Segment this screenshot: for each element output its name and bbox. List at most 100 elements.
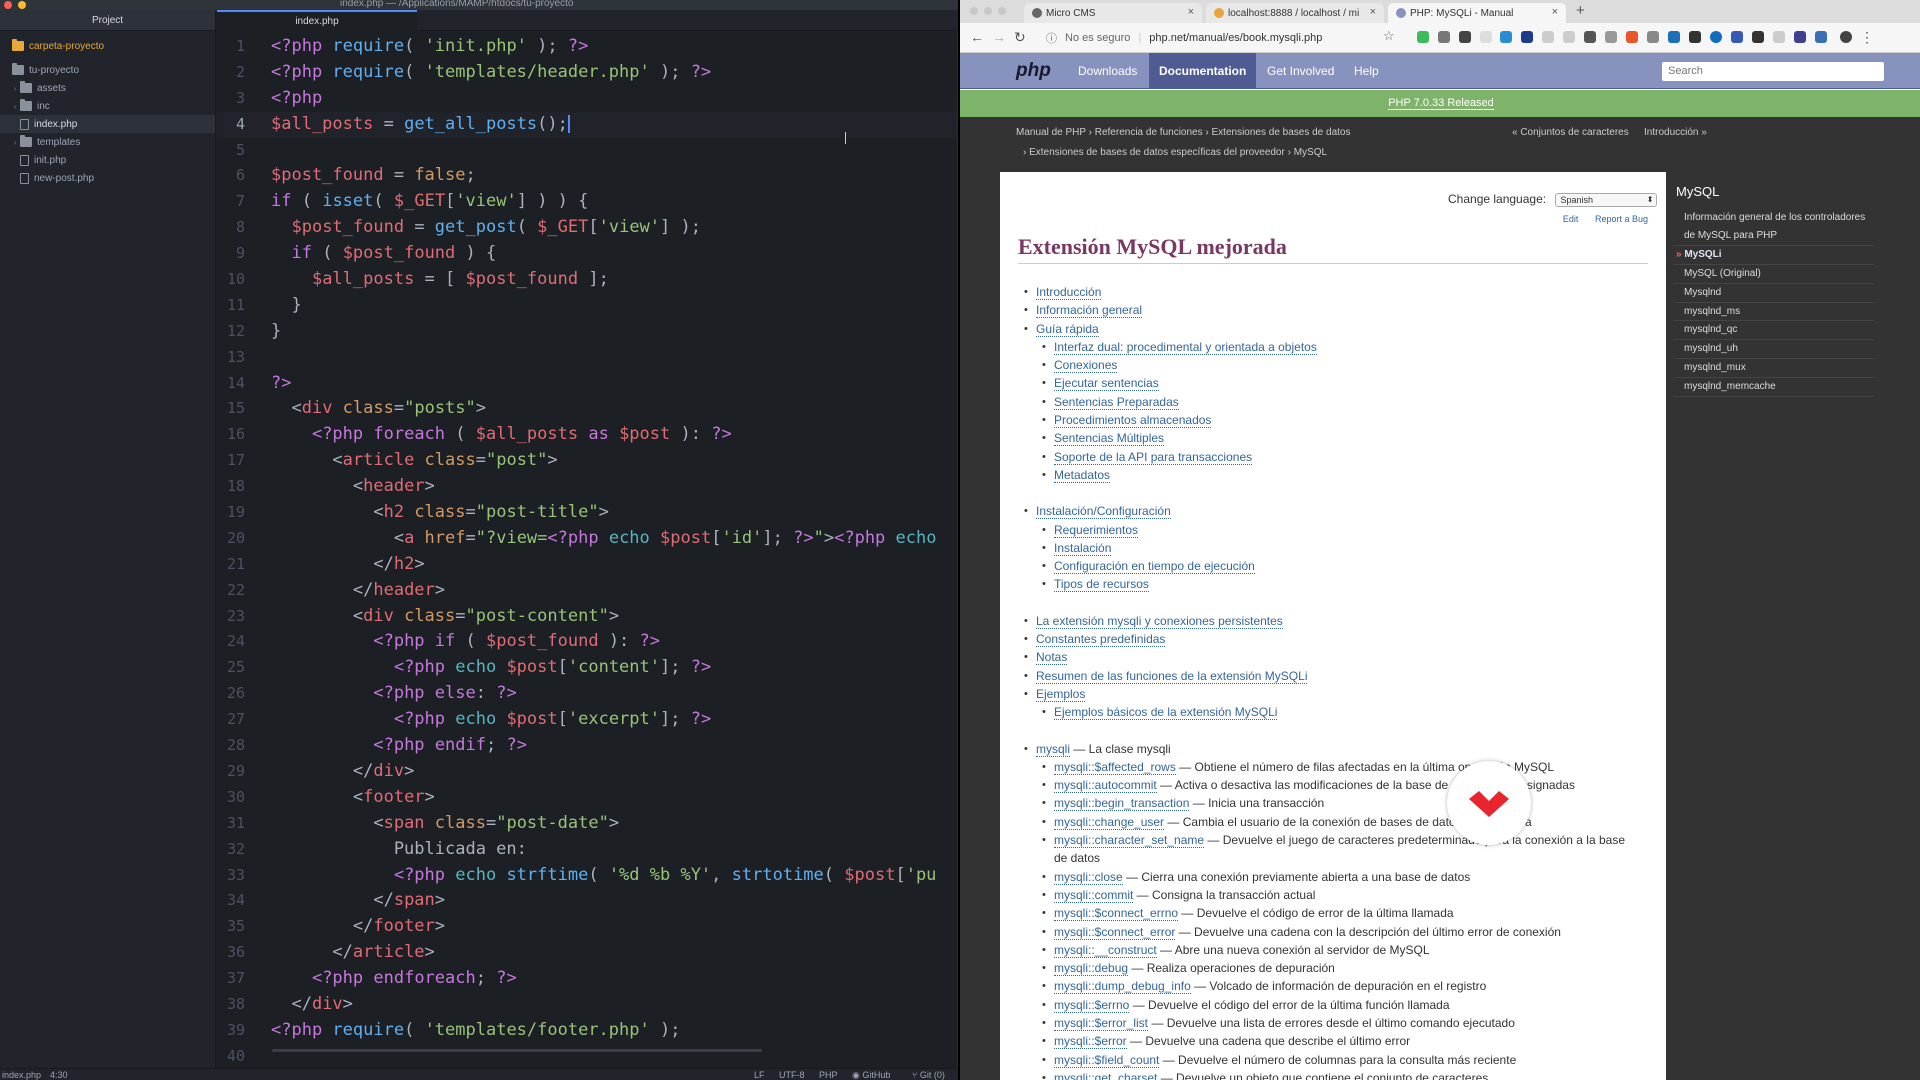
toc-link[interactable]: mysqli::close <box>1054 869 1123 885</box>
code-line[interactable]: 18 <header> <box>217 474 958 500</box>
code-line[interactable]: 22 </header> <box>217 578 958 604</box>
toc-link[interactable]: mysqli::debug <box>1054 961 1129 977</box>
breadcrumb-link[interactable]: Extensiones de bases de datos <box>1212 127 1351 138</box>
extension-icon[interactable] <box>1584 31 1596 43</box>
toc-link[interactable]: Sentencias Preparadas <box>1054 394 1179 410</box>
code-line[interactable]: 26 <?php else: ?> <box>217 681 958 707</box>
extension-grammarly-icon[interactable] <box>1417 31 1429 43</box>
toc-link[interactable]: Configuración en tiempo de ejecución <box>1054 559 1255 575</box>
code-line[interactable]: 33 <?php echo strftime( '%d %b %Y', strt… <box>217 863 958 889</box>
forward-icon[interactable]: → <box>992 29 1006 45</box>
sidebar-item[interactable]: mysqlnd_mux <box>1674 359 1874 379</box>
toc-link[interactable]: Metadatos <box>1054 467 1111 483</box>
tree-tab-project[interactable]: Project <box>0 10 215 31</box>
edit-link[interactable]: Edit <box>1563 214 1579 224</box>
close-window-button[interactable] <box>4 1 12 9</box>
extension-icon[interactable] <box>1752 31 1764 43</box>
code-line[interactable]: 29 </div> <box>217 759 958 785</box>
toc-link[interactable]: mysqli::$connect_error <box>1054 924 1176 940</box>
tree-item-assets[interactable]: › assets <box>0 79 215 97</box>
info-icon[interactable]: ⓘ <box>1046 30 1057 46</box>
code-line[interactable]: 16 <?php foreach ( $all_posts as $post )… <box>217 422 958 448</box>
back-icon[interactable]: ← <box>970 29 984 45</box>
extension-icon[interactable] <box>1794 31 1806 43</box>
browser-tab-1[interactable]: Micro CMS × <box>1024 3 1202 23</box>
toc-link[interactable]: Ejecutar sentencias <box>1054 376 1159 392</box>
code-line[interactable]: 38 </div> <box>217 992 958 1018</box>
code-line[interactable]: 31 <span class="post-date"> <box>217 811 958 837</box>
toc-link[interactable]: Ejemplos <box>1036 686 1086 702</box>
tab-index-php[interactable]: index.php <box>217 10 417 31</box>
code-line[interactable]: 7 if ( isset( $_GET['view'] ) ) { <box>217 189 958 215</box>
toc-link[interactable]: Introducción <box>1036 285 1102 300</box>
toc-link[interactable]: mysqli::change_user <box>1054 814 1165 830</box>
code-line[interactable]: 1 <?php require( 'init.php' ); ?> <box>217 34 958 60</box>
nav-documentation[interactable]: Documentation <box>1149 53 1257 89</box>
breadcrumb-link[interactable]: MySQL <box>1294 147 1327 158</box>
language-select[interactable]: Spanish <box>1555 192 1658 207</box>
tree-item-new-post-php[interactable]: new-post.php <box>0 169 215 187</box>
sidebar-item[interactable]: Información general de los controladores… <box>1674 209 1874 246</box>
code-line[interactable]: 23 <div class="post-content"> <box>217 604 958 630</box>
reload-icon[interactable]: ↻ <box>1014 29 1026 46</box>
tree-item-init-php[interactable]: init.php <box>0 151 215 169</box>
toc-link[interactable]: mysqli::begin_transaction <box>1054 796 1190 812</box>
toc-link[interactable]: Información general <box>1036 303 1143 319</box>
nav-get-involved[interactable]: Get Involved <box>1257 53 1344 89</box>
toc-link[interactable]: mysqli::get_charset <box>1054 1070 1158 1080</box>
close-tab-icon[interactable]: × <box>1552 6 1558 18</box>
extension-icon[interactable] <box>1542 31 1554 43</box>
tree-item-inc[interactable]: › inc <box>0 97 215 115</box>
sidebar-item[interactable]: MySQL (Original) <box>1674 265 1874 284</box>
code-line[interactable]: 28 <?php endif; ?> <box>217 733 958 759</box>
code-line[interactable]: 40 <box>217 1044 958 1070</box>
status-cursor-position[interactable]: 4:30 <box>50 1070 68 1080</box>
sidebar-item[interactable]: mysqlnd_ms <box>1674 303 1874 322</box>
code-line[interactable]: 9 if ( $post_found ) { <box>217 241 958 267</box>
code-line[interactable]: 10 $all_posts = [ $post_found ]; <box>217 267 958 293</box>
breadcrumb-link[interactable]: Extensiones de bases de datos específica… <box>1029 147 1285 158</box>
toc-link[interactable]: Tipos de recursos <box>1054 577 1149 593</box>
code-line[interactable]: 3 <?php <box>217 86 958 112</box>
status-line-ending[interactable]: LF <box>754 1070 765 1080</box>
tree-item-templates[interactable]: › templates <box>0 133 215 151</box>
toc-link[interactable]: mysqli::$affected_rows <box>1054 759 1176 775</box>
toc-link[interactable]: mysqli::dump_debug_info <box>1054 979 1191 995</box>
code-line[interactable]: 11 } <box>217 293 958 319</box>
next-page-link[interactable]: Introducción » <box>1644 127 1707 138</box>
prev-page-link[interactable]: « Conjuntos de caracteres <box>1512 127 1629 138</box>
toc-link[interactable]: Interfaz dual: procedimental y orientada… <box>1054 339 1317 355</box>
code-line[interactable]: 12} <box>217 319 958 345</box>
bookmark-star-icon[interactable]: ☆ <box>1383 28 1395 44</box>
code-line[interactable]: 13 <box>217 345 958 371</box>
toc-link[interactable]: mysqli::autocommit <box>1054 778 1157 794</box>
toc-link[interactable]: mysqli::$error <box>1054 1034 1127 1050</box>
report-bug-link[interactable]: Report a Bug <box>1595 214 1648 224</box>
extension-icon[interactable] <box>1731 31 1743 43</box>
status-git[interactable]: ⑂ Git (0) <box>912 1070 945 1080</box>
php-logo[interactable]: php <box>1016 60 1051 82</box>
sidebar-item[interactable]: » MySQLi <box>1674 246 1874 265</box>
extension-icon[interactable] <box>1500 31 1512 43</box>
extension-icon[interactable] <box>1605 31 1617 43</box>
extension-icon[interactable] <box>1815 31 1827 43</box>
toc-link[interactable]: mysqli::__construct <box>1054 942 1157 958</box>
code-line[interactable]: 32 Publicada en: <box>217 837 958 863</box>
code-line[interactable]: 21 </h2> <box>217 552 958 578</box>
extension-icon[interactable] <box>1626 31 1638 43</box>
browser-close-button[interactable] <box>970 7 978 15</box>
status-file[interactable]: index.php <box>2 1070 41 1080</box>
toc-link[interactable]: mysqli::$error_list <box>1054 1015 1149 1031</box>
status-encoding[interactable]: UTF-8 <box>779 1070 805 1080</box>
breadcrumb-link[interactable]: Referencia de funciones <box>1095 127 1203 138</box>
code-line[interactable]: 37 <?php endforeach; ?> <box>217 966 958 992</box>
sidebar-item[interactable]: mysqlnd_qc <box>1674 321 1874 341</box>
code-line[interactable]: 19 <h2 class="post-title"> <box>217 500 958 526</box>
extension-icon[interactable] <box>1710 31 1722 43</box>
toc-link[interactable]: Ejemplos básicos de la extensión MySQLi <box>1054 705 1278 721</box>
toc-link[interactable]: Conexiones <box>1054 358 1118 374</box>
browser-tab-2[interactable]: localhost:8888 / localhost / mi × <box>1206 3 1384 23</box>
toc-link[interactable]: mysqli::$connect_errno <box>1054 906 1179 922</box>
new-tab-button[interactable]: + <box>1576 2 1585 19</box>
toc-link[interactable]: Procedimientos almacenados <box>1054 413 1212 429</box>
